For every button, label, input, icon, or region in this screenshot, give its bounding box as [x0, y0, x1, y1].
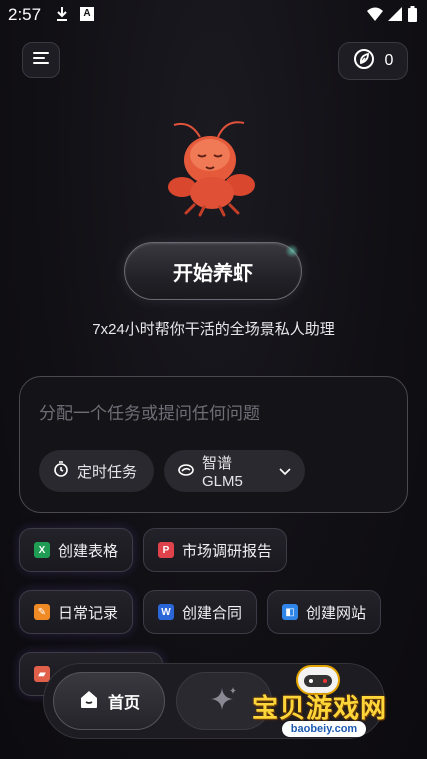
scheduled-task-button[interactable]: 定时任务 [39, 450, 154, 492]
timer-icon [53, 461, 69, 481]
wifi-icon [366, 6, 384, 22]
lobster-mascot [160, 115, 270, 225]
nav-home-tab[interactable]: 首页 [53, 672, 165, 730]
chevron-down-icon [279, 463, 291, 480]
signal-icon [388, 6, 402, 22]
status-bar: 2:57 A [0, 0, 427, 30]
quick-action-create-contract[interactable]: W 创建合同 [143, 590, 257, 634]
quick-action-label: 创建合同 [182, 604, 243, 622]
task-input-card[interactable] [19, 376, 408, 513]
nav-home-label: 首页 [107, 695, 140, 712]
quick-action-create-website[interactable]: ◧ 创建网站 [267, 590, 381, 634]
points-button[interactable]: 0 [338, 42, 408, 80]
web-icon: ◧ [282, 604, 298, 620]
scheduled-task-label: 定时任务 [77, 463, 138, 481]
quick-action-label: 创建表格 [58, 542, 119, 560]
home-icon [78, 688, 100, 715]
task-input-placeholder[interactable]: 分配一个任务或提问任何问题 [39, 399, 260, 424]
excel-icon: X [34, 542, 50, 558]
model-selector[interactable]: 智谱 GLM5 [164, 450, 305, 492]
note-icon: ✎ [34, 604, 50, 620]
menu-button[interactable] [22, 42, 60, 78]
start-raising-button[interactable]: 开始养虾 [124, 242, 302, 300]
watermark-text: 宝贝游戏网 [252, 693, 388, 723]
pdf-icon: P [158, 542, 174, 558]
model-label: 智谱 GLM5 [202, 455, 243, 490]
quick-action-label: 日常记录 [58, 604, 119, 622]
status-time: 2:57 [8, 5, 42, 24]
image-icon: ▰ [34, 666, 50, 682]
quick-action-create-sheet[interactable]: X 创建表格 [19, 528, 133, 572]
glow-accent [285, 244, 299, 258]
a-text-icon: A [80, 7, 94, 21]
quick-action-daily-notes[interactable]: ✎ 日常记录 [19, 590, 133, 634]
zhipu-logo-icon [178, 463, 194, 480]
download-icon [55, 6, 69, 22]
quick-action-market-report[interactable]: P 市场调研报告 [143, 528, 287, 572]
points-value: 0 [384, 52, 394, 69]
battery-icon [408, 6, 417, 22]
menu-icon [32, 51, 50, 70]
leaf-coin-icon [353, 48, 375, 75]
quick-action-label: 市场调研报告 [182, 542, 273, 560]
sparkle-icon [209, 684, 239, 719]
quick-action-label: 创建网站 [306, 604, 367, 622]
hero-subtitle: 7x24小时帮你干活的全场景私人助理 [92, 321, 335, 338]
watermark-url: baobeiy.com [282, 721, 366, 737]
word-icon: W [158, 604, 174, 620]
